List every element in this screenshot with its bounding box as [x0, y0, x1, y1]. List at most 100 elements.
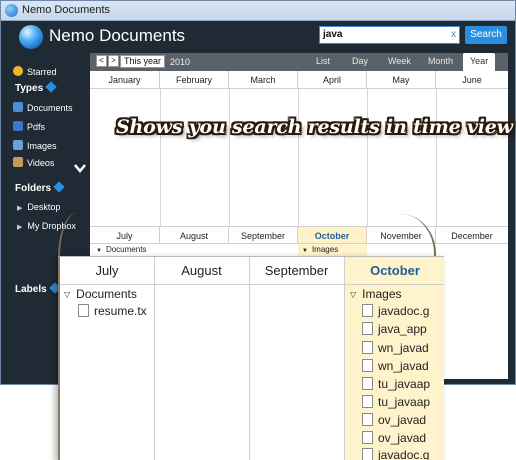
images-icon: [13, 140, 23, 150]
promo-caption: Shows you search results in time view: [116, 116, 513, 138]
folders-heading-label: Folders: [15, 183, 52, 194]
collapse-arrow-icon[interactable]: ▽: [350, 290, 356, 299]
tab-week[interactable]: Week: [388, 56, 411, 66]
clear-search-icon[interactable]: x: [451, 29, 456, 40]
sidebar-item-starred[interactable]: Starred: [13, 66, 57, 77]
month-header[interactable]: January: [90, 71, 160, 89]
expand-chevron-icon[interactable]: [74, 160, 86, 173]
document-file-icon: [78, 304, 89, 317]
file-item[interactable]: wn_javad: [362, 359, 444, 373]
prev-button[interactable]: <: [96, 55, 107, 67]
month-header[interactable]: July: [90, 226, 160, 244]
month-header[interactable]: August: [160, 226, 229, 244]
file-name: ov_javad: [378, 413, 427, 427]
image-file-icon: [362, 448, 373, 460]
zoom-month-header[interactable]: July: [60, 257, 154, 285]
zoom-month-header[interactable]: August: [154, 257, 249, 285]
labels-heading-label: Labels: [15, 284, 47, 295]
file-item[interactable]: tu_javaap: [362, 395, 444, 409]
file-name: java_app: [378, 322, 427, 336]
grid-line: [436, 89, 437, 226]
zoom-panel: July August September October ▽ Documents…: [58, 256, 444, 460]
calendar-toolbar: < > This year 2010 List Day Week Month Y…: [90, 53, 508, 71]
this-year-button[interactable]: This year: [120, 55, 166, 68]
sidebar-item-images[interactable]: Images: [13, 140, 57, 151]
file-item[interactable]: wn_javad: [362, 341, 444, 355]
month-header[interactable]: June: [436, 71, 508, 89]
brand-name: Nemo Documents: [49, 26, 186, 45]
month-header[interactable]: May: [367, 71, 436, 89]
sidebar-item-label: Desktop: [27, 202, 61, 212]
search-button[interactable]: Search: [465, 26, 507, 44]
search-input-value: java: [323, 29, 343, 40]
grid-line: [298, 89, 299, 226]
tab-list[interactable]: List: [316, 56, 330, 66]
expand-arrow-icon[interactable]: ▶: [17, 224, 22, 231]
collapse-arrow-icon[interactable]: ▽: [64, 290, 70, 299]
month-header[interactable]: December: [436, 226, 508, 244]
file-name: javadoc.g: [378, 304, 430, 318]
zoom-month-header[interactable]: September: [249, 257, 344, 285]
sidebar-item-desktop[interactable]: ▶ Desktop: [17, 202, 60, 212]
labels-heading[interactable]: Labels: [15, 282, 61, 295]
grid-line: [160, 89, 161, 226]
month-header[interactable]: February: [160, 71, 229, 89]
image-file-icon: [362, 377, 373, 390]
add-folder-icon[interactable]: [53, 181, 65, 193]
sidebar-item-documents[interactable]: Documents: [13, 102, 73, 113]
sidebar-item-label: Starred: [27, 67, 57, 77]
zoom-month-header-highlighted[interactable]: October: [344, 257, 444, 285]
file-item[interactable]: resume.tx: [78, 304, 152, 318]
file-item[interactable]: ov_javad: [362, 431, 444, 445]
expand-arrow-icon[interactable]: ▶: [17, 205, 22, 212]
file-item[interactable]: javadoc.g: [362, 304, 444, 318]
month-header[interactable]: March: [229, 71, 298, 89]
folders-heading[interactable]: Folders: [15, 181, 65, 194]
file-name: javadoc.g: [378, 448, 430, 460]
zoom-images-group[interactable]: ▽ Images: [350, 287, 402, 301]
month-header-highlighted[interactable]: October: [298, 226, 367, 244]
image-file-icon: [362, 304, 373, 317]
file-name: ov_javad: [378, 431, 427, 445]
file-item[interactable]: tu_javaap: [362, 377, 444, 391]
year-label: 2010: [170, 57, 191, 67]
sidebar-item-pdfs[interactable]: Pdfs: [13, 121, 45, 132]
sidebar-item-videos[interactable]: Videos: [13, 157, 54, 167]
sidebar-item-label: Documents: [27, 103, 73, 113]
file-item[interactable]: java_app: [362, 322, 444, 336]
images-group[interactable]: ▼ Images: [302, 245, 338, 254]
documents-icon: [13, 102, 23, 112]
types-heading-label: Types: [15, 83, 44, 94]
grid-line: [249, 257, 250, 460]
app-header: Nemo Documents java x Search: [1, 21, 515, 53]
documents-group[interactable]: ▼ Documents: [96, 245, 146, 254]
collapse-arrow-icon[interactable]: ▼: [302, 248, 308, 254]
file-item[interactable]: ov_javad: [362, 413, 444, 427]
next-button[interactable]: >: [108, 55, 119, 67]
star-icon: [13, 66, 23, 76]
image-file-icon: [362, 359, 373, 372]
file-item[interactable]: javadoc.g: [362, 448, 444, 460]
window-title: Nemo Documents: [22, 4, 111, 16]
documents-group-label: Documents: [105, 245, 147, 254]
image-file-icon: [362, 413, 373, 426]
types-heading[interactable]: Types: [15, 81, 57, 94]
month-header[interactable]: September: [229, 226, 298, 244]
tab-year[interactable]: Year: [463, 53, 496, 71]
videos-icon: [13, 157, 23, 167]
search-input[interactable]: java x: [319, 26, 460, 44]
file-name: resume.tx: [94, 304, 147, 318]
file-name: tu_javaap: [378, 377, 431, 391]
tab-month[interactable]: Month: [428, 56, 453, 66]
zoom-documents-group[interactable]: ▽ Documents: [64, 287, 137, 301]
zoom-documents-label: Documents: [76, 287, 137, 301]
tab-day[interactable]: Day: [352, 56, 368, 66]
grid-line: [367, 89, 368, 226]
file-name: tu_javaap: [378, 395, 431, 409]
add-type-icon[interactable]: [45, 81, 57, 93]
image-file-icon: [362, 322, 373, 335]
grid-line: [154, 257, 155, 460]
month-header[interactable]: April: [298, 71, 367, 89]
sidebar-item-label: Images: [27, 141, 57, 151]
image-file-icon: [362, 431, 373, 444]
